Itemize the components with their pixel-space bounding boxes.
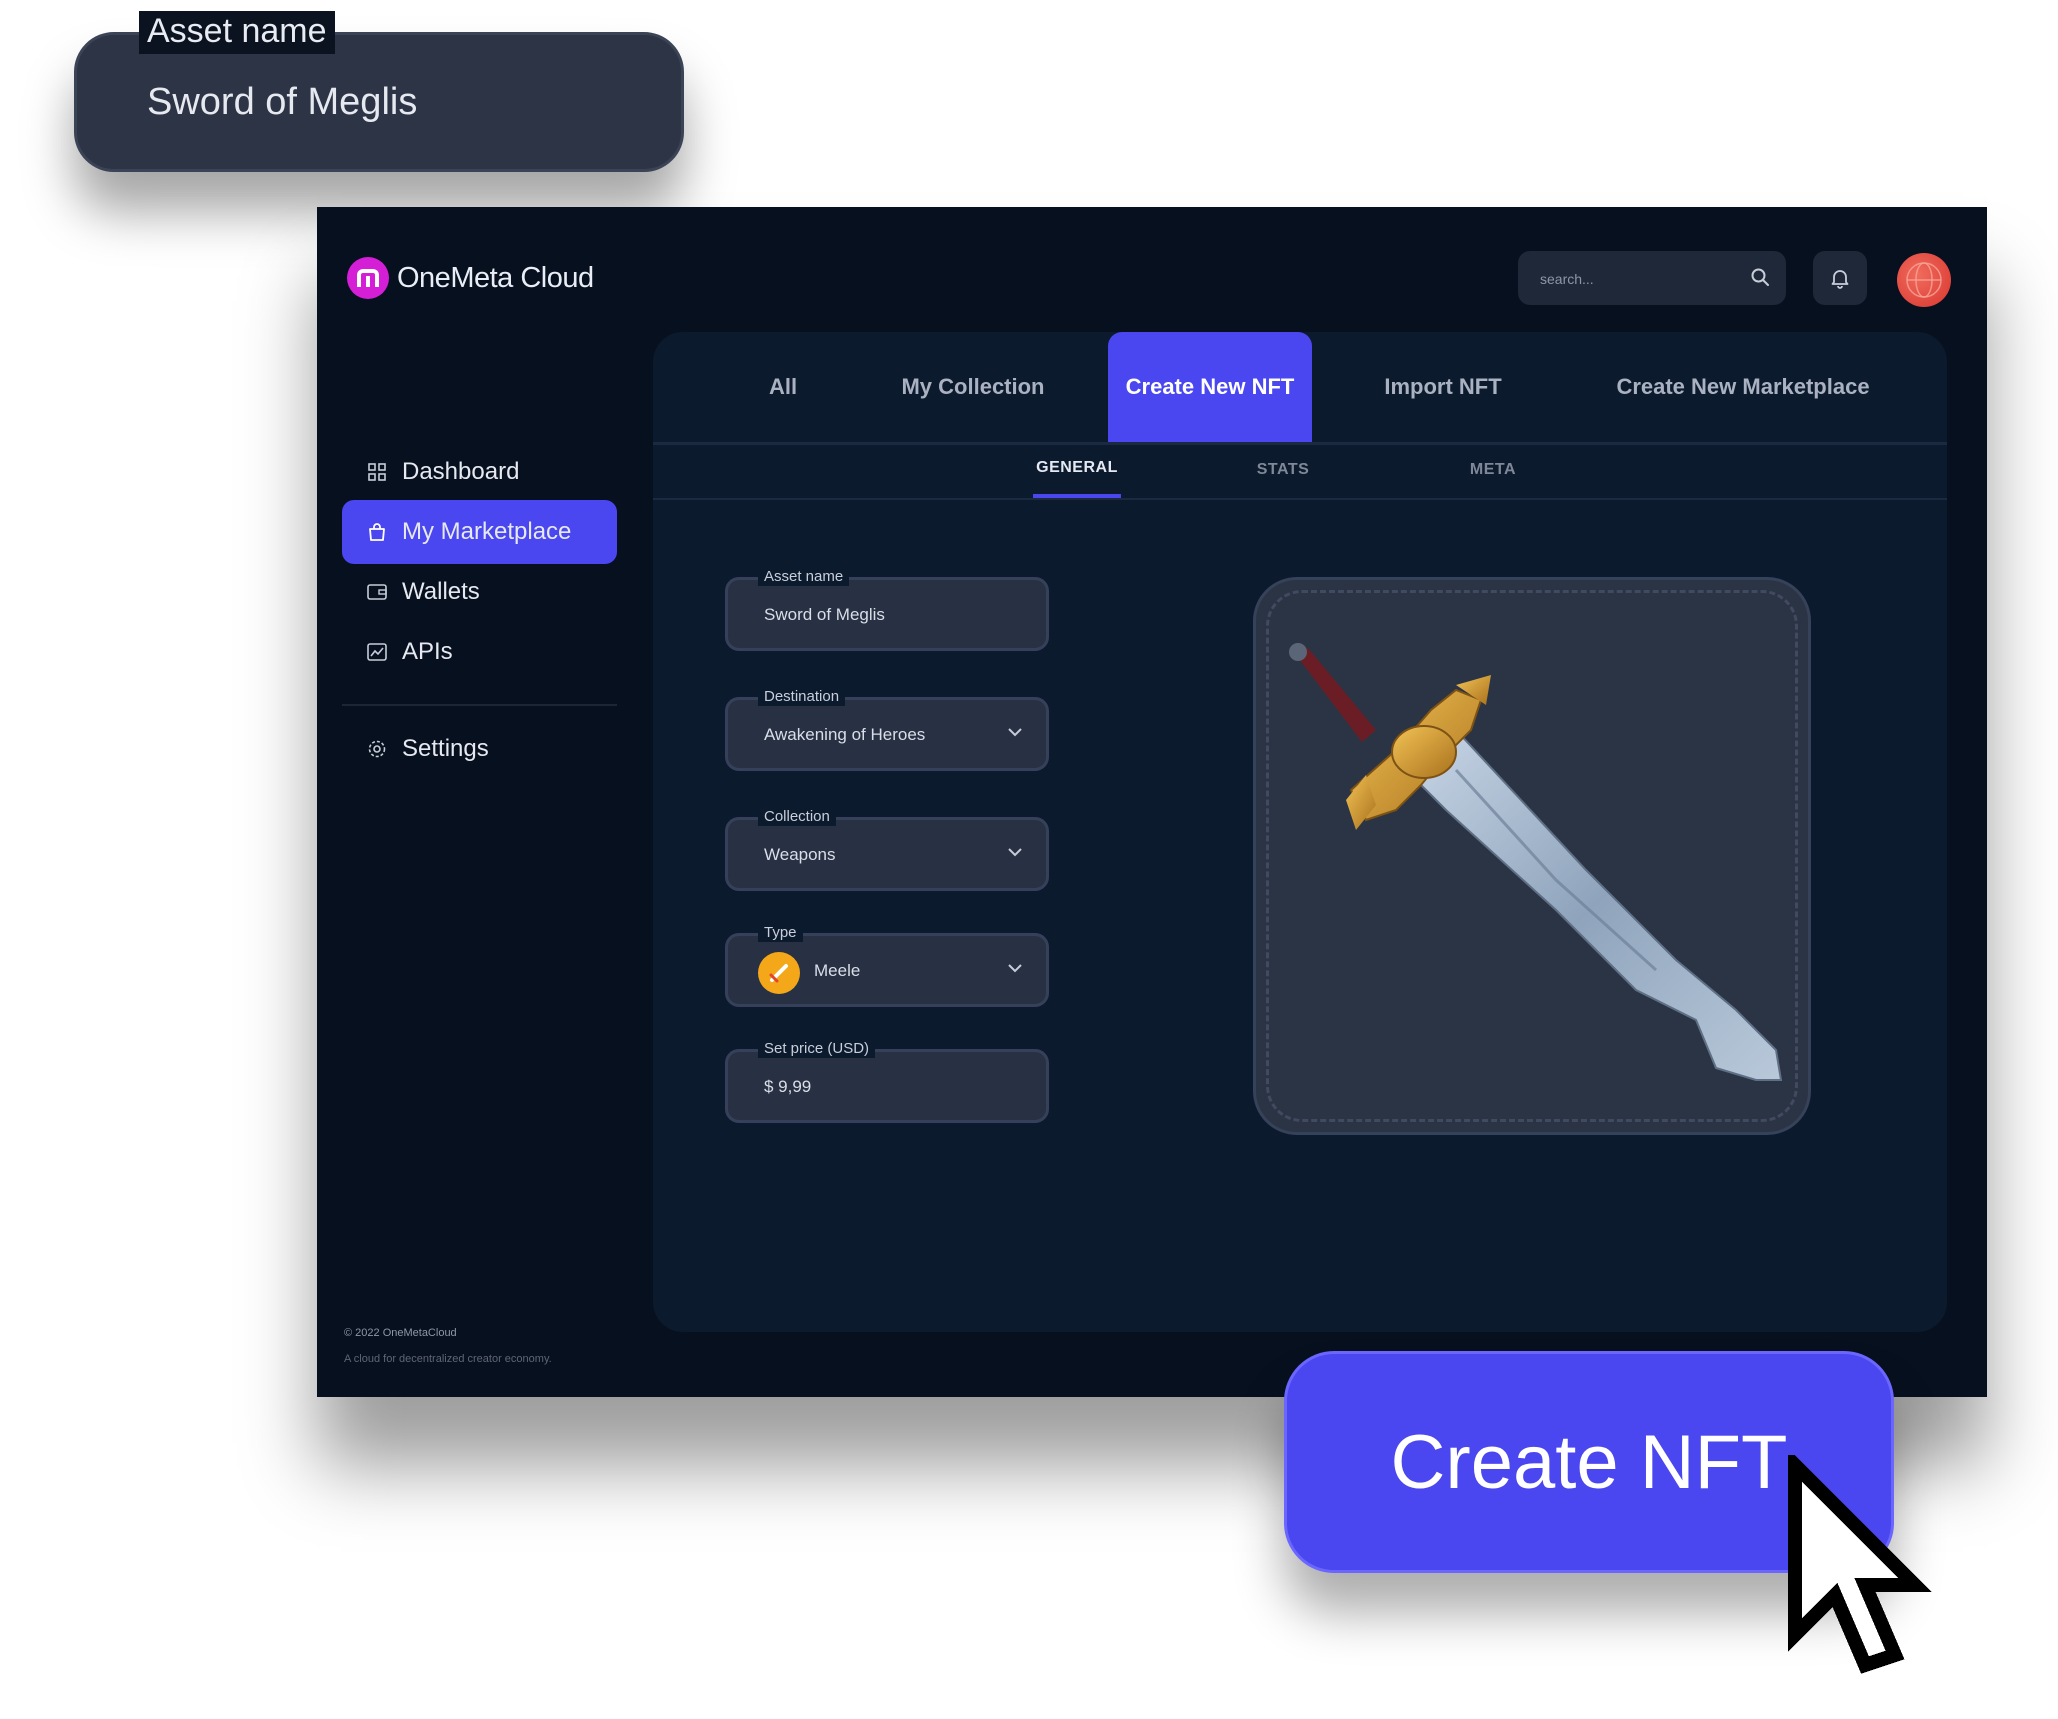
tab-import-nft[interactable]: Import NFT <box>1343 332 1543 442</box>
type-value: Meele <box>814 961 861 980</box>
main-panel: All My Collection Create New NFT Import … <box>653 332 1947 1332</box>
footer-copyright: © 2022 OneMetaCloud <box>344 1327 457 1339</box>
sidebar-item-label: APIs <box>402 638 453 665</box>
collection-select[interactable]: Collection Weapons <box>725 808 1049 891</box>
subtab-bar: GENERAL STATS META <box>653 442 1947 500</box>
sidebar-item-settings[interactable]: Settings <box>342 717 617 781</box>
grid-icon <box>366 461 388 483</box>
sword-type-icon <box>758 952 800 994</box>
wallet-icon <box>366 581 388 603</box>
notifications-button[interactable] <box>1813 251 1867 305</box>
destination-value: Awakening of Heroes <box>764 725 926 744</box>
search-box[interactable] <box>1518 251 1786 305</box>
sidebar-item-dashboard[interactable]: Dashboard <box>342 440 617 504</box>
subtab-stats[interactable]: STATS <box>1243 442 1323 498</box>
destination-select[interactable]: Destination Awakening of Heroes <box>725 688 1049 771</box>
subtab-general[interactable]: GENERAL <box>1033 442 1121 498</box>
bag-icon <box>366 521 388 543</box>
tab-create-new-marketplace[interactable]: Create New Marketplace <box>1583 332 1903 442</box>
sidebar-divider <box>342 704 617 706</box>
sidebar-item-apis[interactable]: APIs <box>342 620 617 684</box>
sidebar-item-label: Wallets <box>402 578 480 605</box>
tab-all[interactable]: All <box>713 332 853 442</box>
logo-mark-icon <box>347 257 389 299</box>
sidebar-settings: Settings <box>342 717 617 777</box>
sidebar: Dashboard My Marketplace Wallets APIs <box>342 440 617 680</box>
type-select[interactable]: Type Meele <box>725 924 1049 1007</box>
collection-label: Collection <box>758 808 836 826</box>
brand-name: OneMeta Cloud <box>397 261 594 294</box>
chevron-down-icon <box>1008 964 1022 973</box>
create-nft-label: Create NFT <box>1390 1419 1788 1505</box>
floating-field-value: Sword of Meglis <box>147 81 418 123</box>
price-value: $ 9,99 <box>764 1077 812 1096</box>
subtab-meta[interactable]: META <box>1453 442 1533 498</box>
brand-logo[interactable]: OneMeta Cloud <box>347 257 594 299</box>
sword-image <box>1289 643 1783 1081</box>
chevron-down-icon <box>1008 728 1022 737</box>
collection-value: Weapons <box>764 845 836 864</box>
sidebar-item-label: Settings <box>402 735 489 762</box>
floating-asset-name-field[interactable]: Asset name Sword of Meglis <box>74 11 684 172</box>
type-label: Type <box>758 924 803 942</box>
tab-create-new-nft[interactable]: Create New NFT <box>1108 332 1312 442</box>
floating-field-label: Asset name <box>139 11 335 55</box>
sidebar-item-wallets[interactable]: Wallets <box>342 560 617 624</box>
tab-bar: All My Collection Create New NFT Import … <box>653 332 1947 445</box>
sidebar-item-my-marketplace[interactable]: My Marketplace <box>342 500 617 564</box>
search-input[interactable] <box>1538 265 1732 293</box>
app-window: OneMeta Cloud Dashboard <box>317 207 1987 1397</box>
sidebar-item-label: My Marketplace <box>402 518 572 545</box>
avatar[interactable] <box>1897 253 1951 307</box>
search-icon[interactable] <box>1750 267 1770 287</box>
pointer-cursor-icon <box>1788 1455 1932 1674</box>
asset-name-label: Asset name <box>758 568 850 586</box>
asset-name-field[interactable]: Asset name Sword of Meglis <box>725 568 1049 651</box>
nft-image-dropzone[interactable] <box>1253 577 1811 1135</box>
avatar-globe-icon <box>1906 262 1942 298</box>
bell-icon <box>1831 270 1849 289</box>
chart-icon <box>366 641 388 663</box>
price-label: Set price (USD) <box>758 1040 876 1058</box>
chevron-down-icon <box>1008 848 1022 857</box>
gear-icon <box>366 738 388 760</box>
tab-my-collection[interactable]: My Collection <box>873 332 1073 442</box>
asset-name-value: Sword of Meglis <box>764 605 885 624</box>
footer-tagline: A cloud for decentralized creator econom… <box>344 1353 552 1365</box>
destination-label: Destination <box>758 688 846 706</box>
sidebar-item-label: Dashboard <box>402 458 520 485</box>
price-field[interactable]: Set price (USD) $ 9,99 <box>725 1040 1049 1123</box>
